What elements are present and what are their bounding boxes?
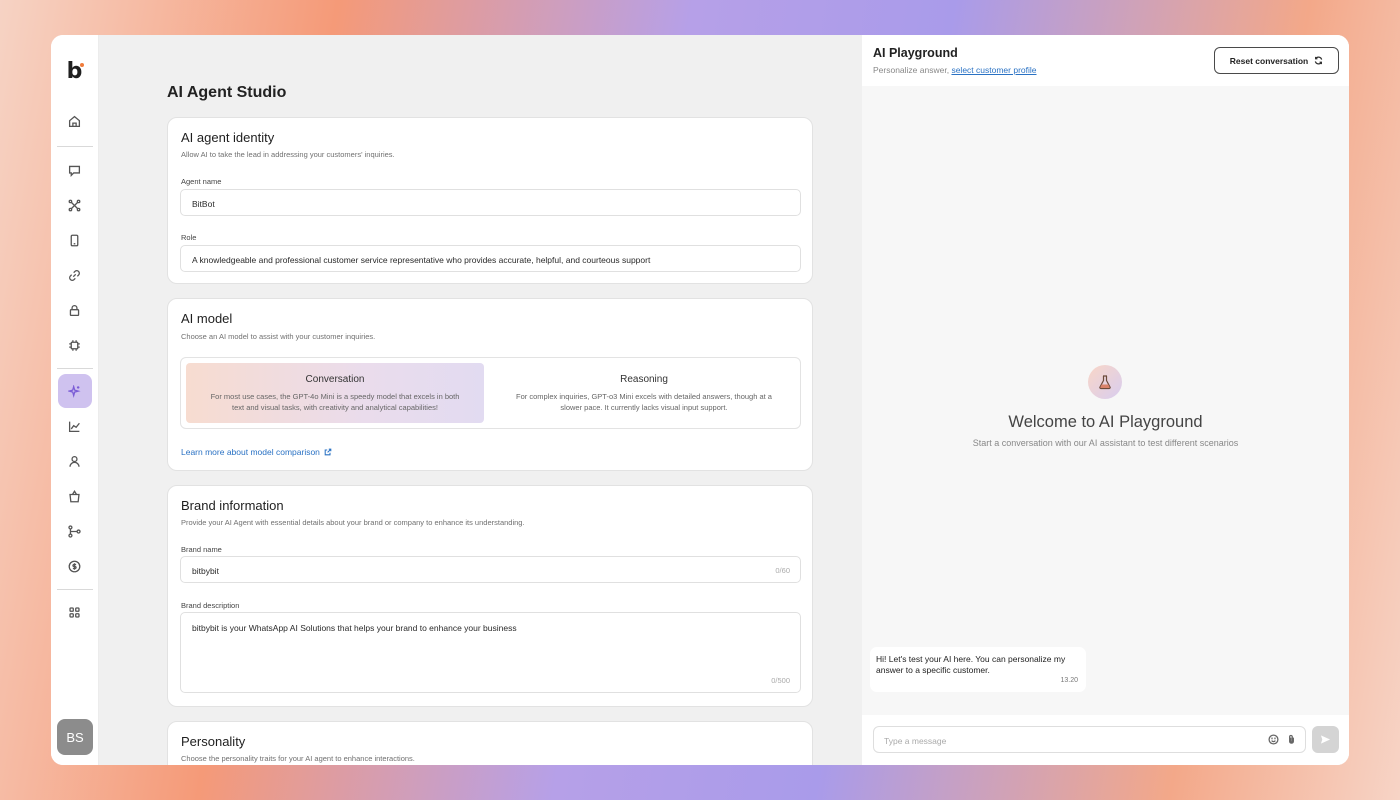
emoji-icon[interactable] [1268, 734, 1279, 745]
role-label: Role [181, 233, 197, 242]
sidebar: b BS [51, 35, 99, 765]
brand-name-label: Brand name [181, 545, 222, 554]
input-placeholder: Type a message [884, 736, 947, 746]
ai-model-card: AI model Choose an AI model to assist wi… [167, 298, 813, 471]
send-button[interactable] [1312, 726, 1339, 753]
app-window: b BS AI Agent Studio AI agent identity A… [51, 35, 1349, 765]
card-title: AI agent identity [181, 130, 275, 145]
message-composer: Type a message [862, 715, 1349, 765]
personality-card: Personality Choose the personality trait… [167, 721, 813, 765]
avatar[interactable]: BS [57, 719, 93, 755]
model-option-description: For complex inquiries, GPT-o3 Mini excel… [516, 392, 772, 412]
home-icon[interactable] [58, 104, 92, 138]
apps-icon[interactable] [58, 595, 92, 629]
brand-description-label: Brand description [181, 601, 240, 610]
chip-icon[interactable] [58, 328, 92, 362]
sidebar-divider [56, 146, 93, 147]
select-customer-profile-link[interactable]: select customer profile [951, 65, 1036, 75]
ai-playground-panel: AI Playground Personalize answer, select… [862, 35, 1349, 765]
char-counter: 0/500 [771, 676, 790, 685]
external-link-icon [324, 448, 332, 456]
sparkle-icon[interactable] [57, 374, 92, 408]
flow-icon[interactable] [58, 514, 92, 548]
model-selector: Conversation For most use cases, the GPT… [180, 357, 801, 429]
link-icon[interactable] [58, 258, 92, 292]
brand-name-input[interactable]: bitbybit 0/60 [180, 556, 801, 583]
card-description: Provide your AI Agent with essential det… [181, 518, 525, 527]
message-time: 13.20 [1060, 677, 1078, 684]
sidebar-divider [56, 589, 93, 590]
card-title: Brand information [181, 498, 284, 513]
role-input[interactable]: A knowledgeable and professional custome… [180, 245, 801, 272]
send-icon [1320, 735, 1331, 744]
refresh-icon [1314, 56, 1323, 65]
network-icon[interactable] [58, 188, 92, 222]
assistant-message: Hi! Let's test your AI here. You can per… [870, 647, 1086, 692]
model-option-reasoning[interactable]: Reasoning For complex inquiries, GPT-o3 … [495, 363, 793, 423]
model-option-description: For most use cases, the GPT-4o Mini is a… [210, 392, 460, 412]
page-title: AI Agent Studio [167, 84, 287, 101]
model-comparison-link[interactable]: Learn more about model comparison [181, 447, 332, 457]
card-title: AI model [181, 311, 233, 326]
welcome-subtitle: Start a conversation with our AI assista… [972, 438, 1239, 448]
lock-icon[interactable] [58, 293, 92, 327]
brand-name-value: bitbybit [192, 566, 219, 576]
card-title: Personality [181, 734, 246, 749]
mobile-icon[interactable] [58, 223, 92, 257]
subtitle-prefix: Personalize answer, [873, 65, 950, 75]
card-description: Choose the personality traits for your A… [181, 754, 415, 763]
dollar-icon[interactable] [58, 549, 92, 583]
link-label: Learn more about model comparison [181, 447, 320, 457]
playground-title: AI Playground [873, 46, 958, 60]
agent-name-label: Agent name [181, 177, 222, 186]
bag-icon[interactable] [58, 479, 92, 513]
brand-card: Brand information Provide your AI Agent … [167, 485, 813, 707]
reset-conversation-button[interactable]: Reset conversation [1214, 47, 1339, 74]
attachment-icon[interactable] [1286, 734, 1297, 745]
playground-subtitle: Personalize answer, select customer prof… [873, 65, 1037, 75]
chart-icon[interactable] [58, 409, 92, 443]
model-option-conversation[interactable]: Conversation For most use cases, the GPT… [186, 363, 484, 423]
brand-description-textarea[interactable]: bitbybit is your WhatsApp AI Solutions t… [180, 612, 801, 693]
identity-card: AI agent identity Allow AI to take the l… [167, 117, 813, 284]
chat-icon[interactable] [58, 153, 92, 187]
message-input[interactable]: Type a message [873, 726, 1306, 753]
agent-name-input[interactable]: BitBot [180, 189, 801, 216]
brand-description-value: bitbybit is your WhatsApp AI Solutions t… [192, 623, 517, 633]
playground-header: AI Playground Personalize answer, select… [862, 35, 1349, 86]
message-text: Hi! Let's test your AI here. You can per… [876, 654, 1066, 675]
welcome-title: Welcome to AI Playground [1008, 413, 1203, 431]
user-icon[interactable] [58, 444, 92, 478]
card-description: Choose an AI model to assist with your c… [181, 332, 376, 341]
model-option-title: Conversation [305, 374, 365, 385]
card-description: Allow AI to take the lead in addressing … [181, 150, 395, 159]
char-counter: 0/60 [775, 566, 790, 575]
model-option-title: Reasoning [620, 374, 668, 385]
brand-logo[interactable]: b [67, 61, 85, 83]
main-content: AI Agent Studio AI agent identity Allow … [99, 35, 862, 765]
sidebar-divider [56, 368, 93, 369]
flask-icon [1088, 365, 1122, 399]
button-label: Reset conversation [1229, 55, 1309, 66]
